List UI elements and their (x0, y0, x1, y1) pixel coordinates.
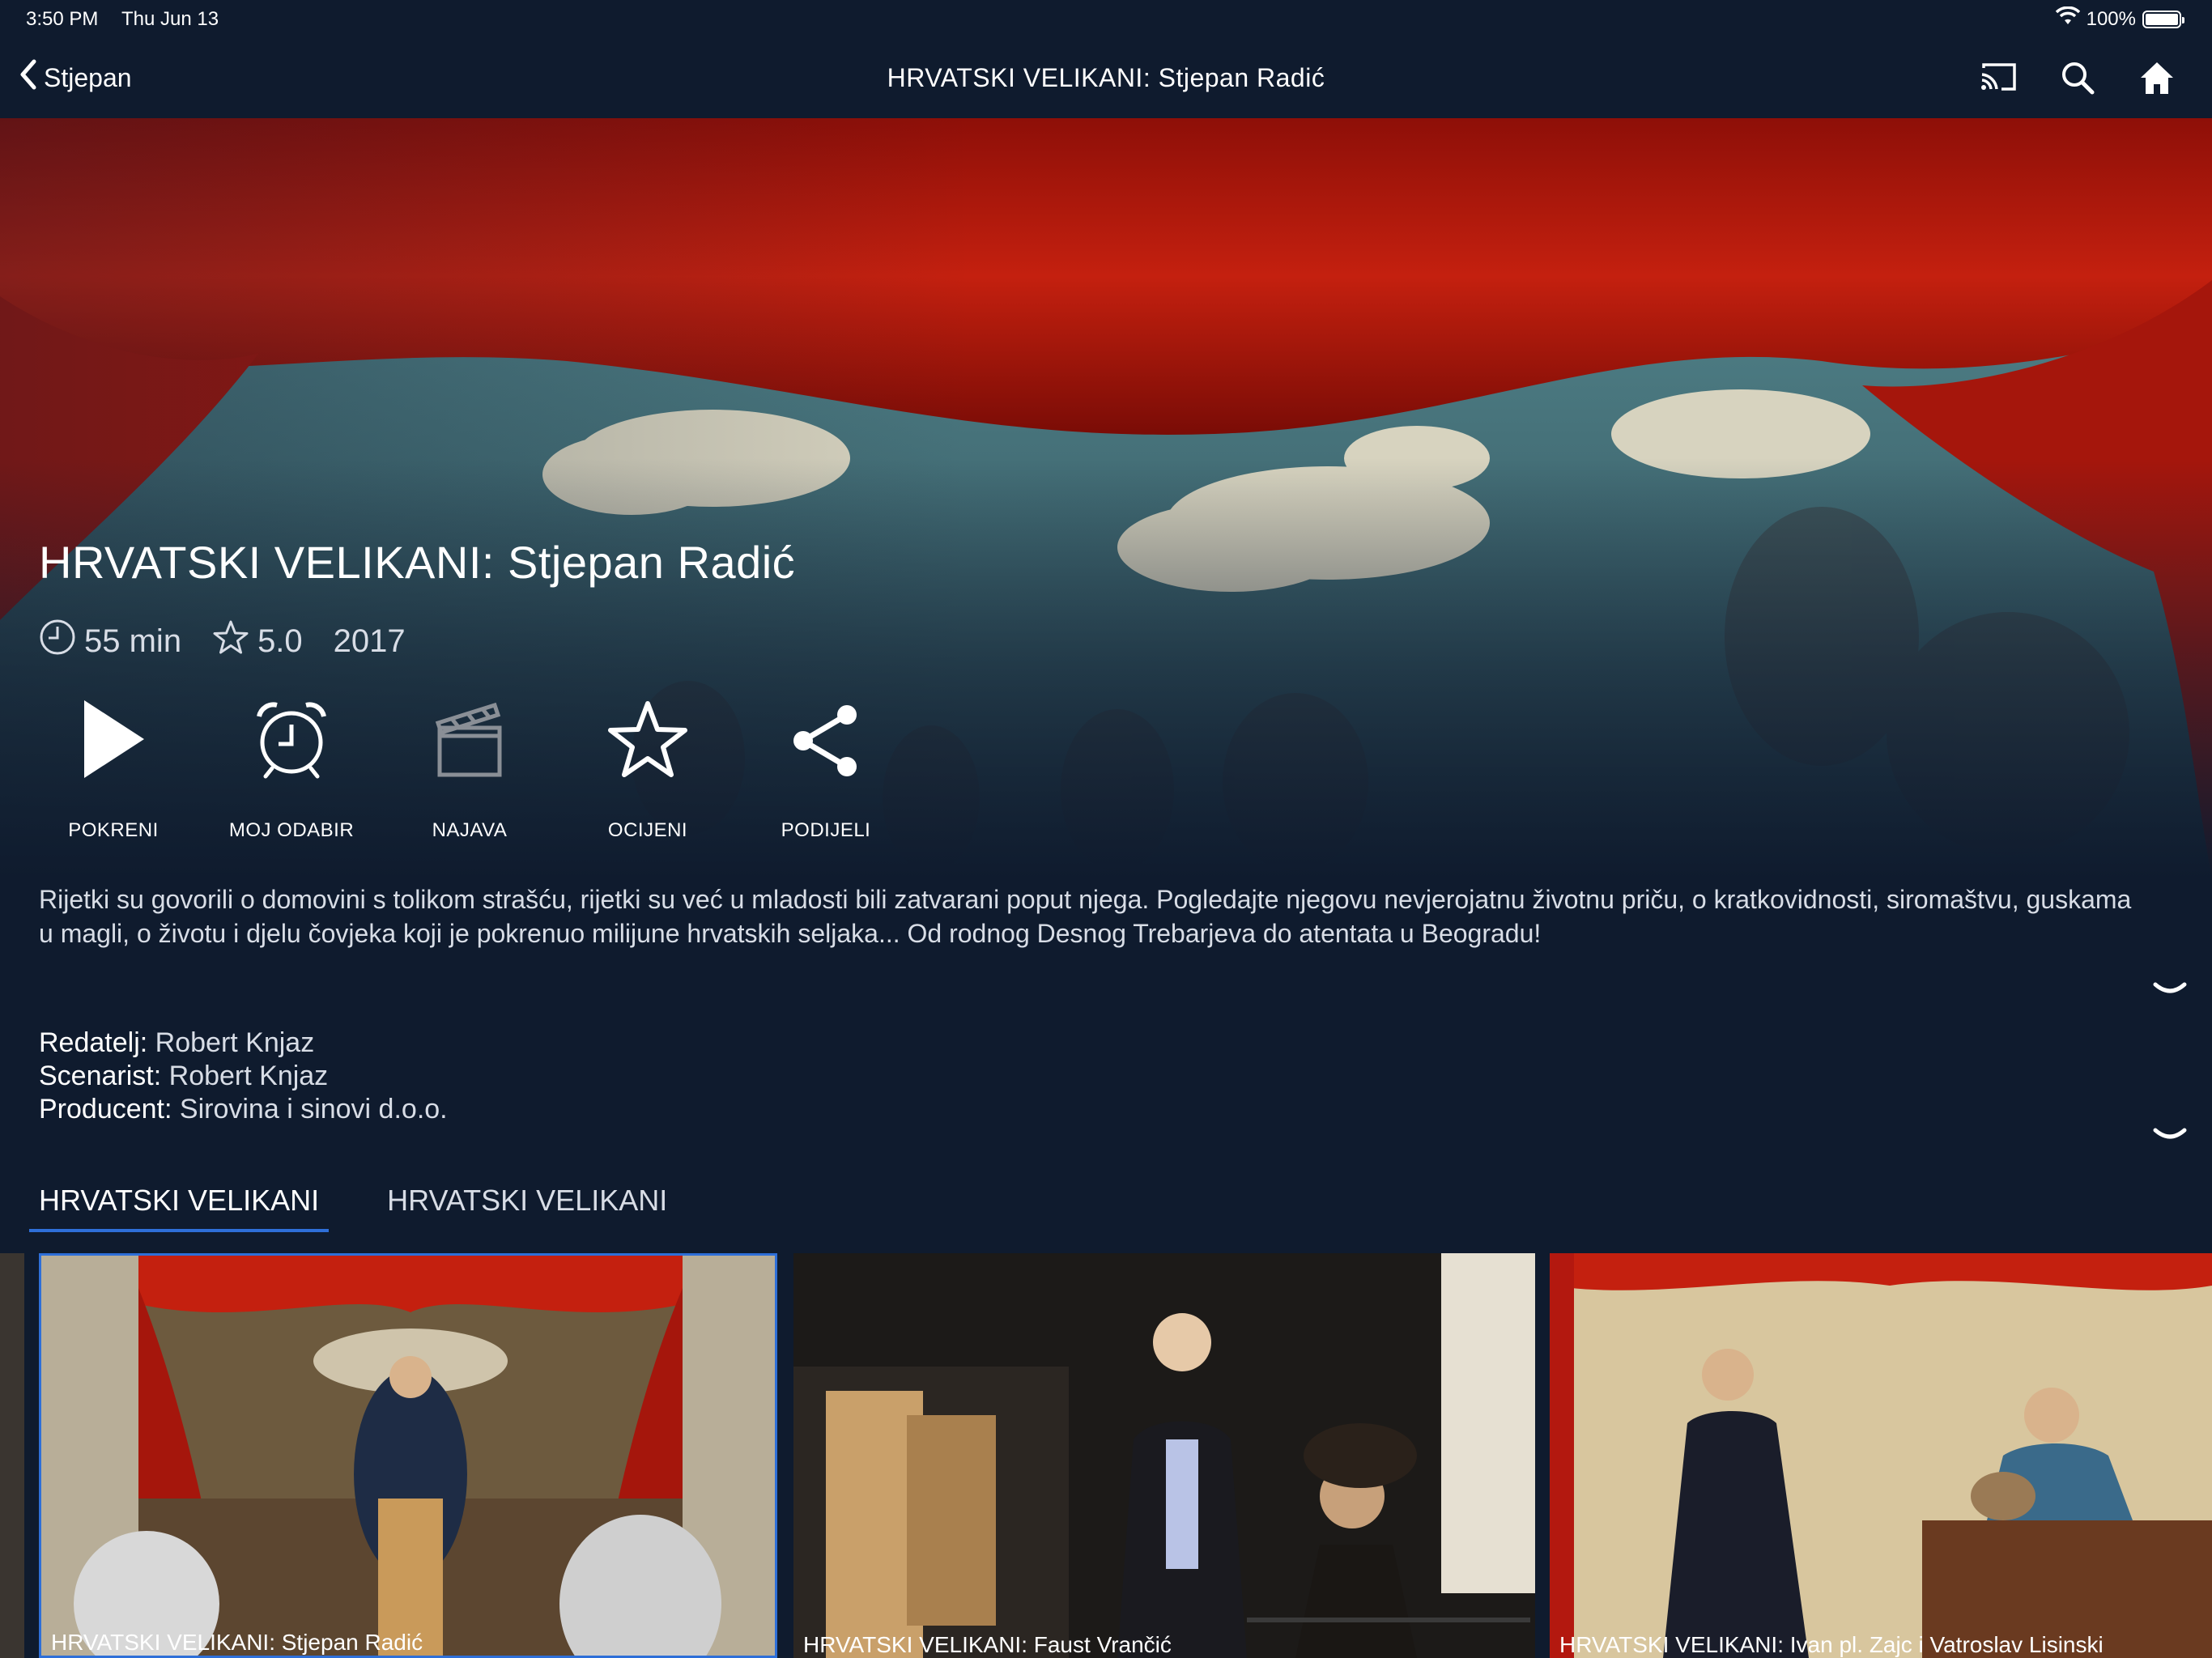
expand-description-icon[interactable] (2152, 980, 2188, 999)
duration: 55 min (39, 619, 181, 664)
credit-row-director: Redatelj: Robert Knjaz (39, 1027, 448, 1060)
credits: Redatelj: Robert Knjaz Scenarist: Robert… (39, 1027, 448, 1126)
episode-list: HRVATSKI VELIKANI: Stjepan Radić HRVATSK… (0, 1247, 2212, 1658)
share-button[interactable]: PODIJELI (737, 695, 915, 842)
episode-card[interactable]: HRVATSKI VELIKANI: Ivan pl. Zajc i Vatro… (1550, 1253, 2212, 1658)
nav-title: HRVATSKI VELIKANI: Stjepan Radić (887, 63, 1325, 92)
action-bar: POKRENI MOJ ODABIR NAJAVA OCIJENI PODIJE… (24, 695, 915, 842)
tab-season-2[interactable]: HRVATSKI VELIKANI (377, 1174, 677, 1232)
trailer-button[interactable]: NAJAVA (381, 695, 559, 842)
episode-thumbnail (41, 1256, 775, 1656)
episode-card[interactable]: HRVATSKI VELIKANI: Stjepan Radić (39, 1253, 777, 1658)
my-list-label: MOJ ODABIR (228, 819, 355, 841)
credit-value: Robert Knjaz (155, 1027, 315, 1058)
rating: 5.0 (212, 619, 303, 663)
star-icon (603, 695, 692, 784)
credit-value: Sirovina i sinovi d.o.o. (179, 1094, 448, 1124)
share-icon (781, 695, 870, 784)
expand-credits-icon[interactable] (2152, 1125, 2188, 1145)
home-icon[interactable] (2134, 55, 2180, 100)
clapperboard-icon (425, 695, 514, 784)
credit-key: Producent: (39, 1094, 172, 1124)
alarm-clock-icon (247, 695, 336, 784)
credit-row-producer: Producent: Sirovina i sinovi d.o.o. (39, 1093, 448, 1126)
wifi-icon (2055, 6, 2080, 32)
tab-bar: HRVATSKI VELIKANI HRVATSKI VELIKANI (29, 1174, 677, 1232)
nav-actions (1976, 55, 2180, 100)
my-list-button[interactable]: MOJ ODABIR (202, 695, 381, 842)
navigation-bar: Stjepan HRVATSKI VELIKANI: Stjepan Radić (0, 37, 2212, 118)
credit-key: Redatelj: (39, 1027, 148, 1058)
battery-percent: 100% (2086, 7, 2136, 30)
star-outline-icon (212, 619, 249, 663)
play-button[interactable]: POKRENI (24, 695, 202, 842)
episode-card[interactable]: HRVATSKI VELIKANI: Faust Vrančić (793, 1253, 1535, 1658)
episode-caption: HRVATSKI VELIKANI: Ivan pl. Zajc i Vatro… (1559, 1632, 2104, 1657)
share-label: PODIJELI (781, 819, 871, 841)
cast-icon[interactable] (1976, 55, 2021, 100)
episode-caption: HRVATSKI VELIKANI: Faust Vrančić (803, 1632, 1172, 1657)
year-value: 2017 (333, 623, 406, 659)
status-right: 100% (2055, 6, 2184, 32)
episode-card-partial[interactable] (0, 1253, 24, 1658)
episode-caption: HRVATSKI VELIKANI: Stjepan Radić (51, 1630, 423, 1655)
play-icon (69, 695, 158, 784)
description: Rijetki su govorili o domovini s tolikom… (39, 885, 2132, 948)
status-date: Thu Jun 13 (121, 8, 219, 30)
rating-value: 5.0 (257, 623, 303, 659)
search-icon[interactable] (2055, 55, 2100, 100)
status-time: 3:50 PM (26, 8, 99, 30)
episode-thumbnail (1550, 1253, 2212, 1658)
clock-icon (39, 619, 76, 664)
episode-thumbnail (793, 1253, 1535, 1658)
year: 2017 (334, 623, 406, 660)
credit-value: Robert Knjaz (168, 1061, 329, 1091)
credit-key: Scenarist: (39, 1061, 162, 1091)
rate-button[interactable]: OCIJENI (559, 695, 737, 842)
status-bar: 3:50 PM Thu Jun 13 100% (0, 0, 2212, 37)
duration-value: 55 min (84, 623, 182, 659)
play-label: POKRENI (68, 819, 159, 841)
show-title: HRVATSKI VELIKANI: Stjepan Radić (39, 537, 796, 588)
tab-season-1[interactable]: HRVATSKI VELIKANI (29, 1174, 330, 1232)
trailer-label: NAJAVA (432, 819, 508, 841)
credit-row-writer: Scenarist: Robert Knjaz (39, 1060, 448, 1093)
battery-icon (2142, 10, 2184, 28)
rate-label: OCIJENI (607, 819, 688, 841)
show-meta: 55 min 5.0 2017 (39, 619, 436, 664)
